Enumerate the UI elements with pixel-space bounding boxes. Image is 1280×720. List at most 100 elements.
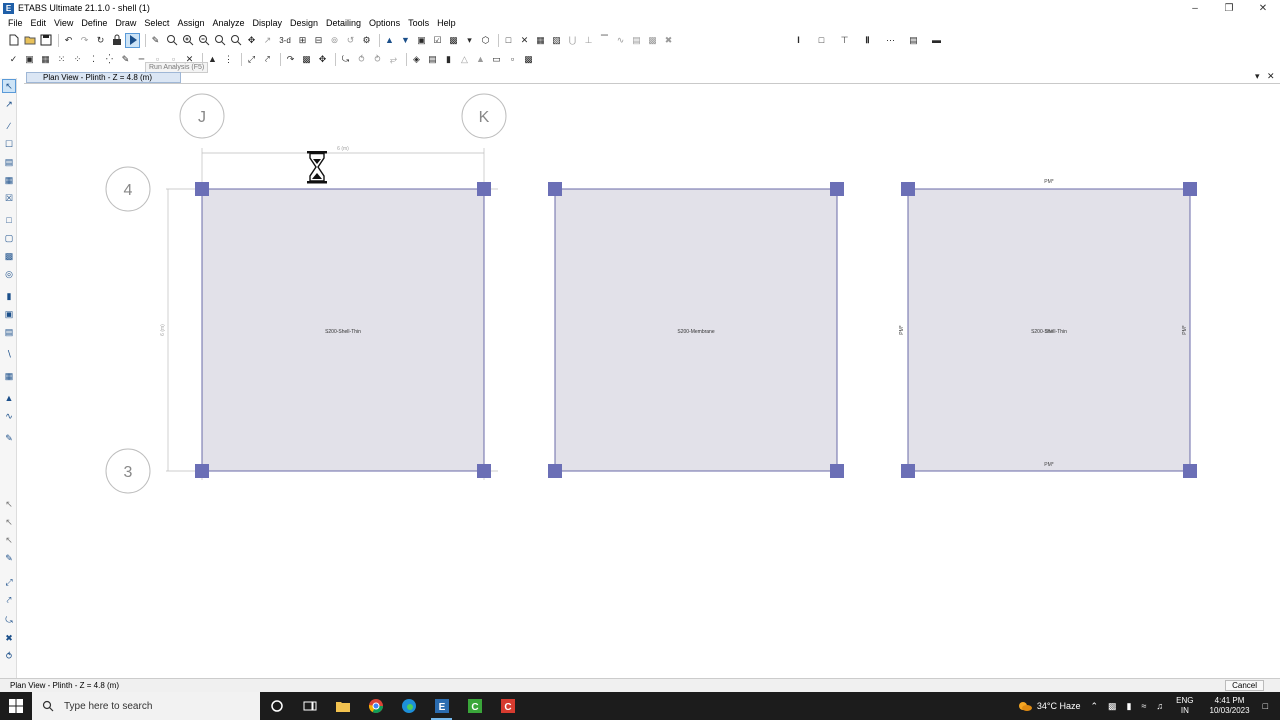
zoom-in-icon[interactable] <box>181 34 194 47</box>
quick-draw-wall-icon[interactable]: ▣ <box>3 308 15 320</box>
menu-select[interactable]: Select <box>140 18 173 28</box>
draw-grids-tool-icon[interactable]: ▦ <box>3 370 15 382</box>
draw-grid-icon[interactable]: ▦ <box>39 53 52 66</box>
view-tab-plan[interactable]: Plan View - Plinth - Z = 4.8 (m) <box>26 72 181 83</box>
draw-wall-tool-icon[interactable]: ▮ <box>3 290 15 302</box>
menu-tools[interactable]: Tools <box>404 18 433 28</box>
model-canvas[interactable]: 6 (m) 6 (m) J K 4 3 S200-Shell-Thin S200… <box>18 85 1280 675</box>
line-style-icon[interactable]: ⋯ <box>884 34 897 47</box>
draw-column-icon[interactable]: ☐ <box>3 138 15 150</box>
snap-to-intersections-icon[interactable]: ✖ <box>3 632 15 644</box>
minimize-icon[interactable]: – <box>1178 0 1212 16</box>
object-edges-icon[interactable]: ▤ <box>426 53 439 66</box>
snap-middle-icon[interactable]: ⁚ <box>87 53 100 66</box>
windows-start-icon[interactable] <box>0 692 32 720</box>
set-display-options-icon[interactable]: ⚙ <box>360 34 373 47</box>
draw-point-icon[interactable]: ✓ <box>7 53 20 66</box>
reshape-icon[interactable]: ↗ <box>3 98 15 110</box>
rotate-3d-icon[interactable]: ⊚ <box>328 34 341 47</box>
draw-area-icon[interactable]: ▣ <box>23 53 36 66</box>
draw-brace-icon[interactable]: ✕ <box>518 34 531 47</box>
edit-grid-icon[interactable]: ▩ <box>300 53 313 66</box>
wifi-icon[interactable]: ≈ <box>1141 701 1146 711</box>
filter-icon[interactable]: ⊤ <box>838 34 851 47</box>
show-hidden-icons-icon[interactable]: ⌃ <box>1090 701 1098 712</box>
draw-braces-icon[interactable]: ☒ <box>3 192 15 204</box>
menu-options[interactable]: Options <box>365 18 404 28</box>
extrude-lines-icon[interactable]: ⥀ <box>355 53 368 66</box>
snap-intersection-icon[interactable]: ⁛ <box>103 53 116 66</box>
snap-to-lines-icon[interactable]: ⤤ <box>3 594 15 606</box>
lock-icon[interactable] <box>110 34 123 47</box>
redo-icon[interactable]: ↷ <box>78 34 91 47</box>
pan-icon[interactable]: ✥ <box>245 34 258 47</box>
undo-icon[interactable]: ↶ <box>62 34 75 47</box>
frame-style-icon[interactable]: ▤ <box>907 34 920 47</box>
move-icon[interactable]: ✥ <box>316 53 329 66</box>
weather-widget[interactable]: 34°C Haze <box>1017 699 1080 713</box>
taskbar-search-input[interactable]: Type here to search <box>32 692 260 720</box>
draw-spring-icon[interactable]: ∿ <box>614 34 627 47</box>
snap-perpendicular-icon[interactable]: ✎ <box>119 53 132 66</box>
object-shrink-icon[interactable]: ▣ <box>415 34 428 47</box>
refresh-icon[interactable]: ↻ <box>94 34 107 47</box>
object-extrude-icon[interactable]: ▮ <box>442 53 455 66</box>
divide-frames-icon[interactable]: ⤢ <box>245 53 258 66</box>
network-icon[interactable]: ▩ <box>1108 701 1117 712</box>
zoom-step-icon[interactable] <box>229 34 242 47</box>
cortana-icon[interactable] <box>260 692 293 720</box>
draw-dimension-icon[interactable]: ▤ <box>630 34 643 47</box>
zoom-restore-icon[interactable] <box>213 34 226 47</box>
perspective-toggle-icon[interactable]: ↺ <box>344 34 357 47</box>
draw-secondary-beam-icon[interactable]: ▦ <box>3 174 15 186</box>
menu-edit[interactable]: Edit <box>27 18 51 28</box>
draw-tendons-icon[interactable]: ∿ <box>3 410 15 422</box>
snap-to-points-icon[interactable]: ⤢ <box>3 576 15 588</box>
plan-view-icon[interactable]: ⊞ <box>296 34 309 47</box>
show-local-axes-icon[interactable]: ▩ <box>522 53 535 66</box>
draw-frame-icon[interactable]: □ <box>502 34 515 47</box>
draw-openings-icon[interactable]: ◎ <box>3 268 15 280</box>
line-weight-icon[interactable]: ▬ <box>930 34 943 47</box>
merge-icon[interactable]: ⤤ <box>261 53 274 66</box>
pointer-icon[interactable]: ↖ <box>2 79 16 93</box>
restore-icon[interactable]: ❐ <box>1212 0 1246 16</box>
menu-file[interactable]: File <box>4 18 27 28</box>
volume-icon[interactable]: ♫ <box>1156 701 1163 711</box>
replicate-icon[interactable]: ⋮ <box>222 53 235 66</box>
menu-help[interactable]: Help <box>433 18 460 28</box>
draw-beam-icon[interactable]: ▔ <box>598 34 611 47</box>
extrude-areas-icon[interactable]: ⥁ <box>371 53 384 66</box>
notifications-icon[interactable]: □ <box>1263 701 1268 711</box>
clock[interactable]: 4:41 PM 10/03/2023 <box>1210 696 1250 716</box>
new-file-icon[interactable] <box>7 34 20 47</box>
menu-assign[interactable]: Assign <box>173 18 208 28</box>
menu-analyze[interactable]: Analyze <box>208 18 248 28</box>
edge-icon[interactable] <box>392 692 425 720</box>
extrude-view-icon[interactable]: ⬡ <box>479 34 492 47</box>
draw-wall-stacks-icon[interactable]: ▤ <box>3 326 15 338</box>
run-analysis-icon[interactable] <box>125 32 140 48</box>
box-outline-icon[interactable]: □ <box>815 34 828 47</box>
draw-opening-icon[interactable]: ▧ <box>550 34 563 47</box>
open-folder-icon[interactable] <box>23 34 36 47</box>
checkbox-icon[interactable]: ☑ <box>431 34 444 47</box>
text-tool-icon[interactable]: I <box>792 34 805 47</box>
view-3d-button[interactable]: 3-d <box>277 34 293 47</box>
task-view-icon[interactable] <box>293 692 326 720</box>
draw-floor-icon[interactable]: □ <box>3 214 15 226</box>
mesh-areas-icon[interactable]: ⥂ <box>387 53 400 66</box>
snap-to-middle-icon[interactable]: ⤿ <box>3 614 15 626</box>
csi-app-red-icon[interactable]: C <box>491 692 524 720</box>
cancel-button[interactable]: Cancel <box>1225 680 1264 691</box>
align-points-icon[interactable]: ⤿ <box>339 53 352 66</box>
clear-selection-icon[interactable]: ↖ <box>3 534 15 546</box>
draw-line-icon[interactable]: ∕ <box>3 120 15 132</box>
snap-points-icon[interactable]: ⁙ <box>55 53 68 66</box>
draw-beam-tool-icon[interactable]: ▤ <box>3 156 15 168</box>
menu-detailing[interactable]: Detailing <box>322 18 365 28</box>
quick-draw-floor-icon[interactable]: ▩ <box>3 250 15 262</box>
show-edges-icon[interactable]: ▫ <box>506 53 519 66</box>
elevation-view-icon[interactable]: ⊟ <box>312 34 325 47</box>
menu-define[interactable]: Define <box>77 18 111 28</box>
